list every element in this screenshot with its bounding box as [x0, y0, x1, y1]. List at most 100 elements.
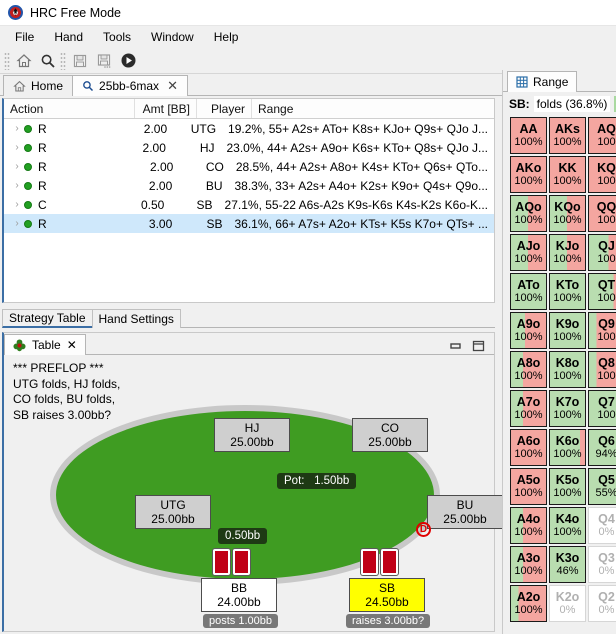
range-cell[interactable]: QT 100 [588, 273, 616, 310]
range-tab-bar: Range [503, 70, 616, 92]
table-panel: Table ✕ *** PREFLOP *** UTG folds, HJ fo… [2, 332, 503, 632]
save-icon[interactable] [68, 50, 92, 72]
tab-25bb-6max[interactable]: 25bb-6max ✕ [72, 75, 188, 96]
column-header-amt[interactable]: Amt [BB] [135, 99, 197, 118]
range-cell[interactable]: Q3 0% [588, 546, 616, 583]
strategy-table-body: › R 2.00 UTG 19.2%, 55+ A2s+ ATo+ K8s+ KJo+ … [4, 119, 494, 233]
range-cell[interactable]: AQo 100% [510, 195, 547, 232]
table-row[interactable]: › R 2.00 UTG 19.2%, 55+ A2s+ ATo+ K8s+ KJo+ … [4, 119, 494, 138]
tab-home-label: Home [31, 79, 64, 93]
table-row[interactable]: › C 0.50 SB 27.1%, 55-22 A6s-A2s K9s-K6s K4s… [4, 195, 494, 214]
range-cell[interactable]: ATo 100% [510, 273, 547, 310]
range-cell[interactable]: Q4 0% [588, 507, 616, 544]
menu-tools[interactable]: Tools [94, 28, 140, 46]
expand-arrow-icon[interactable]: › [10, 218, 24, 229]
range-cell[interactable]: A5o 100% [510, 468, 547, 505]
toolbar-grip-2[interactable] [60, 51, 66, 70]
tab-table[interactable]: Table ✕ [4, 334, 86, 355]
range-cell[interactable]: A6o 100% [510, 429, 547, 466]
range-cell[interactable]: KQ 100 [588, 156, 616, 193]
range-cell[interactable]: AKo 100% [510, 156, 547, 193]
seat-co-stack: 25.00bb [368, 435, 412, 449]
range-cell[interactable]: A8o 100% [510, 351, 547, 388]
range-cell[interactable]: Q8 100 [588, 351, 616, 388]
range-cell[interactable]: Q2 0% [588, 585, 616, 622]
range-cell[interactable]: A7o 100% [510, 390, 547, 427]
table-row[interactable]: › R 3.00 SB 36.1%, 66+ A7s+ A2o+ KTs+ K5s K7… [4, 214, 494, 233]
close-icon[interactable]: ✕ [167, 78, 178, 94]
range-cell[interactable]: Q9 100 [588, 312, 616, 349]
range-cell[interactable]: K5o 100% [549, 468, 586, 505]
range-cell[interactable]: K7o 100% [549, 390, 586, 427]
seat-co[interactable]: CO 25.00bb [352, 418, 428, 452]
table-row[interactable]: › R 2.00 CO 28.5%, 44+ A2s+ A8o+ K4s+ KTo+ Q… [4, 157, 494, 176]
toolbar-grip[interactable] [4, 51, 10, 70]
maximize-icon[interactable] [472, 340, 485, 352]
seat-bu[interactable]: BU 25.00bb [427, 495, 503, 529]
expand-arrow-icon[interactable]: › [10, 180, 24, 191]
card-back [213, 549, 230, 575]
range-cell[interactable]: AA 100% [510, 117, 547, 154]
range-cell-hand: AKs [554, 122, 580, 136]
range-cell[interactable]: AQ 100 [588, 117, 616, 154]
expand-arrow-icon[interactable]: › [10, 123, 24, 134]
range-cell-percent: 100% [553, 370, 582, 382]
expand-arrow-icon[interactable]: › [10, 199, 24, 210]
range-cell-percent: 100 [597, 409, 616, 421]
range-cell[interactable]: A2o 100% [510, 585, 547, 622]
save-as-icon[interactable] [92, 50, 116, 72]
range-cell[interactable]: A9o 100% [510, 312, 547, 349]
range-cell-percent: 46% [556, 565, 579, 577]
tab-range[interactable]: Range [507, 71, 578, 92]
dealer-button: D [416, 522, 431, 537]
range-cell[interactable]: KTo 100% [549, 273, 586, 310]
minimize-icon[interactable] [449, 341, 462, 352]
seat-sb[interactable]: SB 24.50bb [349, 578, 425, 612]
menu-hand[interactable]: Hand [45, 28, 92, 46]
range-cell[interactable]: QQ 100 [588, 195, 616, 232]
menu-help[interactable]: Help [205, 28, 248, 46]
range-cell[interactable]: K6o 100% [549, 429, 586, 466]
tab-home[interactable]: Home [3, 75, 74, 96]
search-icon[interactable] [36, 50, 60, 72]
menu-window[interactable]: Window [142, 28, 203, 46]
home-icon[interactable] [12, 50, 36, 72]
range-cell[interactable]: K4o 100% [549, 507, 586, 544]
column-header-range[interactable]: Range [252, 99, 494, 118]
range-cell[interactable]: QJ 100 [588, 234, 616, 271]
range-cell[interactable]: K3o 46% [549, 546, 586, 583]
range-cell[interactable]: A4o 100% [510, 507, 547, 544]
range-fold-badge[interactable]: folds (36.8%) [533, 96, 611, 112]
column-header-action[interactable]: Action [4, 99, 135, 118]
range-cell-hand: A5o [516, 473, 541, 487]
menu-file[interactable]: File [6, 28, 43, 46]
expand-arrow-icon[interactable]: › [10, 161, 24, 172]
range-cell[interactable]: Q6 94% [588, 429, 616, 466]
range-cell[interactable]: AJo 100% [510, 234, 547, 271]
preflop-log: *** PREFLOP *** UTG folds, HJ folds, CO … [13, 361, 121, 422]
range-cell[interactable]: K9o 100% [549, 312, 586, 349]
table-row[interactable]: › R 2.00 BU 38.3%, 33+ A2s+ A4o+ K2s+ K9o+ Q… [4, 176, 494, 195]
expand-arrow-icon[interactable]: › [10, 142, 24, 153]
run-icon[interactable] [116, 50, 140, 72]
close-icon[interactable]: ✕ [67, 338, 77, 352]
range-cell[interactable]: Q7 100 [588, 390, 616, 427]
range-cell[interactable]: K2o 0% [549, 585, 586, 622]
row-range: 27.1%, 55-22 A6s-A2s K9s-K6s K4s-K2s K6o… [224, 197, 489, 212]
tab-hand-settings[interactable]: Hand Settings [91, 309, 181, 328]
range-cell[interactable]: KJo 100% [549, 234, 586, 271]
column-header-player[interactable]: Player [197, 99, 252, 118]
table-row[interactable]: › R 2.00 HJ 23.0%, 44+ A2s+ A9o+ K6s+ KTo+ Q… [4, 138, 494, 157]
range-cell[interactable]: KK 100% [549, 156, 586, 193]
range-cell[interactable]: Q5 55% [588, 468, 616, 505]
range-cell[interactable]: AKs 100% [549, 117, 586, 154]
clover-icon [13, 338, 26, 352]
tab-strategy-table[interactable]: Strategy Table [2, 309, 93, 328]
seat-hj[interactable]: HJ 25.00bb [214, 418, 290, 452]
seat-bb[interactable]: BB 24.00bb [201, 578, 277, 612]
range-cell[interactable]: K8o 100% [549, 351, 586, 388]
seat-utg[interactable]: UTG 25.00bb [135, 495, 211, 529]
pot-label: Pot: [284, 475, 305, 487]
range-cell[interactable]: A3o 100% [510, 546, 547, 583]
range-cell[interactable]: KQo 100% [549, 195, 586, 232]
